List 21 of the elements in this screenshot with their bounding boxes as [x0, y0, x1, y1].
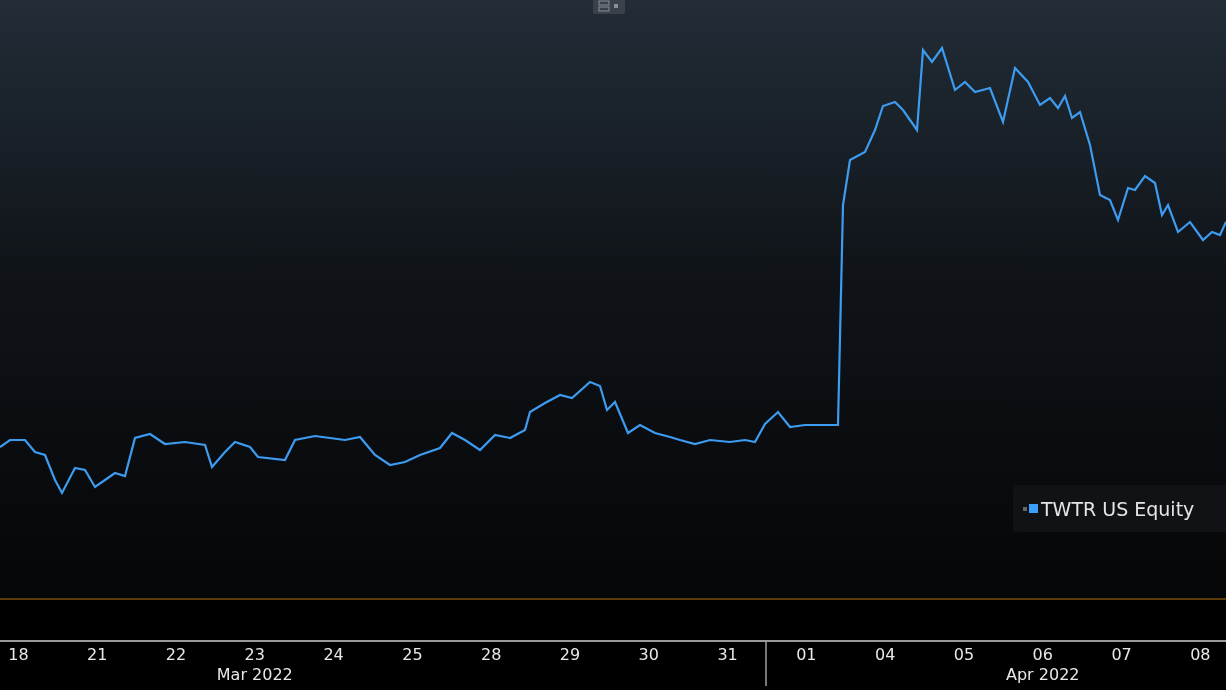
axis-tick-label: 04	[874, 644, 897, 664]
axis-tick-label: 24	[322, 644, 345, 664]
axis-tick-label: 06	[1031, 644, 1054, 664]
axis-month-label: Mar 2022	[216, 664, 293, 686]
axis-tick-label: 05	[952, 644, 976, 664]
axis-tick-label: 29	[558, 644, 582, 664]
axis-month-label: Apr 2022	[1006, 664, 1080, 686]
series-swatch-icon	[1023, 504, 1038, 513]
axis-tick-label: 22	[164, 644, 188, 664]
legend-label: TWTR US Equity	[1041, 497, 1195, 520]
axis-tick-label: 25	[401, 644, 424, 664]
axis-tick-label: 21	[86, 644, 109, 664]
axis-tick-label: 23	[243, 644, 266, 664]
axis-tick-label: 07	[1110, 644, 1133, 664]
layout-icon[interactable]	[593, 0, 625, 14]
axis-tick-label: 30	[637, 644, 660, 664]
axis-tick-label: 28	[480, 644, 503, 664]
axis-tick-label: 18	[7, 644, 30, 664]
axis-tick-label: 08	[1189, 644, 1212, 664]
axis-tick-label: 01	[764, 642, 846, 664]
axis-tick-label: 31	[716, 644, 739, 664]
